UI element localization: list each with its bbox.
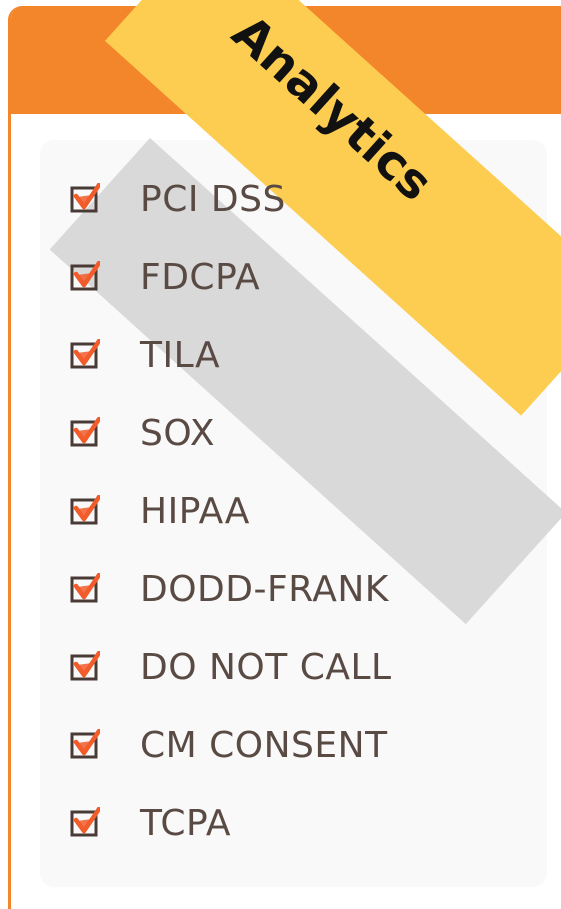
checkbox-checked-icon[interactable] — [70, 494, 102, 525]
compliance-list: PCI DSS FDCPA TILA SOX HIPAA DODD-FRANK … — [70, 160, 392, 862]
list-item-label: DO NOT CALL — [140, 646, 392, 688]
list-item-label: TILA — [140, 334, 221, 376]
list-item: CM CONSENT — [70, 706, 392, 784]
list-item: FDCPA — [70, 238, 392, 316]
checkbox-checked-icon[interactable] — [70, 572, 102, 603]
checkbox-checked-icon[interactable] — [70, 806, 102, 837]
checkbox-checked-icon[interactable] — [70, 338, 102, 369]
list-item: SOX — [70, 394, 392, 472]
list-item-label: HIPAA — [140, 490, 250, 532]
list-item-label: PCI DSS — [140, 178, 286, 220]
list-item-label: TCPA — [140, 802, 232, 844]
list-item-label: DODD-FRANK — [140, 568, 389, 610]
list-item-label: FDCPA — [140, 256, 261, 298]
list-item-label: SOX — [140, 412, 216, 454]
list-item: PCI DSS — [70, 160, 392, 238]
checkbox-checked-icon[interactable] — [70, 416, 102, 447]
list-item-label: CM CONSENT — [140, 724, 388, 766]
list-item: HIPAA — [70, 472, 392, 550]
list-item: TCPA — [70, 784, 392, 862]
checkbox-checked-icon[interactable] — [70, 182, 102, 213]
list-item: DO NOT CALL — [70, 628, 392, 706]
list-item: TILA — [70, 316, 392, 394]
checkbox-checked-icon[interactable] — [70, 728, 102, 759]
checkbox-checked-icon[interactable] — [70, 260, 102, 291]
list-item: DODD-FRANK — [70, 550, 392, 628]
checkbox-checked-icon[interactable] — [70, 650, 102, 681]
